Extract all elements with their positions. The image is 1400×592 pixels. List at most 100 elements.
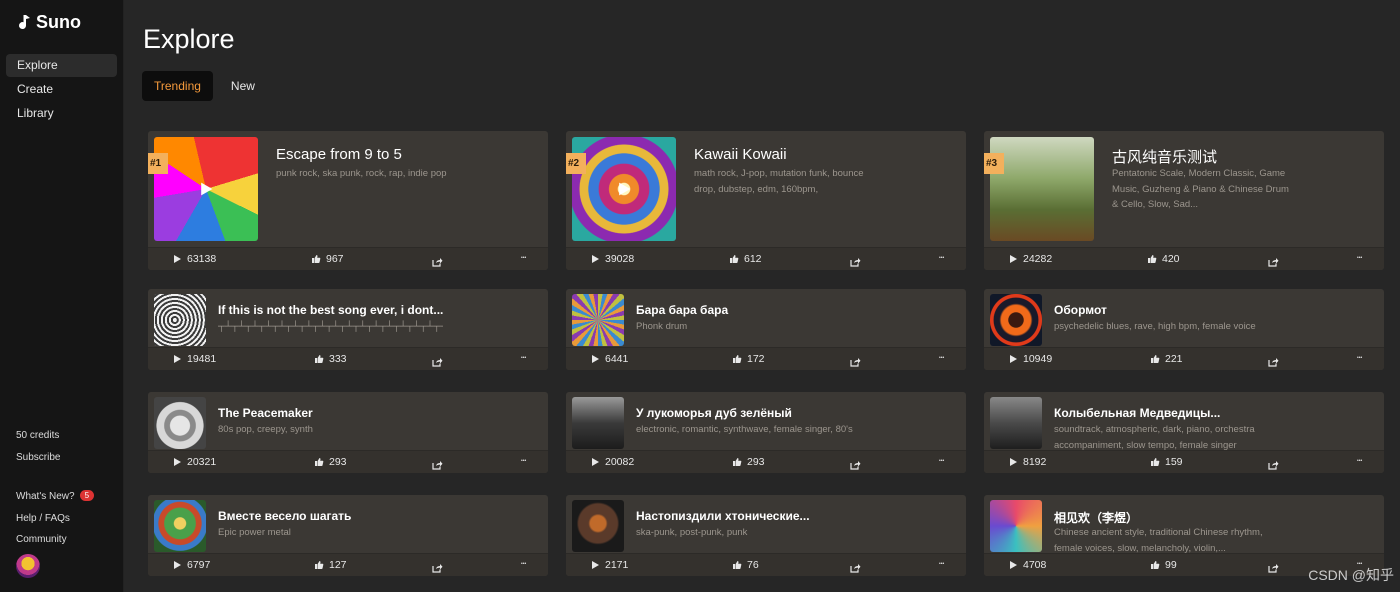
song-title[interactable]: 古风纯音乐测试 [1112, 146, 1217, 167]
share-icon[interactable] [1268, 354, 1279, 367]
like-count[interactable]: 420 [1147, 253, 1180, 265]
play-count[interactable]: 6797 [172, 559, 210, 571]
song-title[interactable]: У лукоморья дуб зелёный [636, 406, 792, 420]
tab-trending[interactable]: Trending [142, 71, 213, 101]
piano-forest-art[interactable] [990, 397, 1042, 449]
subscribe-link[interactable]: Subscribe [16, 452, 60, 463]
song-card[interactable]: У лукоморья дуб зелёный electronic, roman… [566, 392, 966, 473]
like-count[interactable]: 159 [1150, 456, 1183, 468]
song-card[interactable]: If this is not the best song ever, i don… [148, 289, 548, 370]
song-title[interactable]: 相见欢（李煜） [1054, 509, 1138, 526]
help-link[interactable]: Help / FAQs [16, 513, 70, 524]
sidebar-item-library[interactable]: Library [6, 102, 117, 125]
psychedelic-pattern-art[interactable] [572, 294, 624, 346]
like-count[interactable]: 99 [1150, 559, 1177, 571]
share-icon[interactable] [1268, 457, 1279, 470]
more-options-icon[interactable]: ••• [1357, 256, 1362, 261]
play-overlay-icon[interactable] [198, 181, 214, 197]
more-options-icon[interactable]: ••• [1357, 459, 1362, 464]
song-title[interactable]: If this is not the best song ever, i don… [218, 303, 443, 317]
play-count[interactable]: 8192 [1008, 456, 1046, 468]
share-icon[interactable] [432, 354, 443, 367]
avatar[interactable] [16, 554, 40, 578]
like-count-value: 333 [329, 353, 347, 365]
tree-rings-art[interactable] [154, 294, 206, 346]
song-title[interactable]: Escape from 9 to 5 [276, 146, 402, 163]
share-icon[interactable] [850, 560, 861, 573]
like-count[interactable]: 293 [732, 456, 765, 468]
featured-song-card[interactable]: #1 Escape from 9 to 5 punk rock, ska punk,… [148, 131, 548, 270]
colorful-splash-art[interactable] [990, 500, 1042, 552]
play-count[interactable]: 63138 [172, 253, 216, 265]
sidebar-item-explore[interactable]: Explore [6, 54, 117, 77]
tab-new[interactable]: New [219, 71, 267, 101]
song-card[interactable]: Настопиздили хтонические... ska-punk, pos… [566, 495, 966, 576]
play-count[interactable]: 6441 [590, 353, 628, 365]
share-icon[interactable] [1268, 254, 1279, 267]
more-options-icon[interactable]: ••• [521, 256, 526, 261]
more-options-icon[interactable]: ••• [939, 356, 944, 361]
more-options-icon[interactable]: ••• [1357, 356, 1362, 361]
dark-creature-art[interactable] [572, 500, 624, 552]
share-icon[interactable] [850, 457, 861, 470]
play-icon [592, 255, 599, 263]
share-icon[interactable] [850, 354, 861, 367]
fire-portal-art[interactable] [990, 294, 1042, 346]
share-icon[interactable] [432, 254, 443, 267]
play-count[interactable]: 10949 [1008, 353, 1052, 365]
play-overlay-icon[interactable] [616, 181, 632, 197]
more-options-icon[interactable]: ••• [939, 562, 944, 567]
suno-logo[interactable]: Suno [16, 12, 81, 33]
song-card[interactable]: Колыбельная Медведицы... soundtrack, atmo… [984, 392, 1384, 473]
featured-song-card[interactable]: #2 Kawaii Kowaii math rock, J-pop, mutatio… [566, 131, 966, 270]
song-title[interactable]: The Peacemaker [218, 406, 313, 420]
share-icon[interactable] [850, 254, 861, 267]
more-options-icon[interactable]: ••• [521, 356, 526, 361]
card-footer: 63138 967 ••• [148, 247, 548, 270]
tree-cello-art[interactable] [990, 137, 1094, 241]
bird-sketch-art[interactable] [154, 397, 206, 449]
song-card[interactable]: 相见欢（李煜） Chinese ancient style, traditiona… [984, 495, 1384, 576]
like-count[interactable]: 127 [314, 559, 347, 571]
like-count[interactable]: 172 [732, 353, 765, 365]
like-count[interactable]: 76 [732, 559, 759, 571]
like-count[interactable]: 221 [1150, 353, 1183, 365]
play-count[interactable]: 20321 [172, 456, 216, 468]
song-title[interactable]: Kawaii Kowaii [694, 146, 787, 163]
play-count[interactable]: 24282 [1008, 253, 1052, 265]
like-count[interactable]: 333 [314, 353, 347, 365]
play-count[interactable]: 19481 [172, 353, 216, 365]
like-count[interactable]: 967 [311, 253, 344, 265]
like-count[interactable]: 293 [314, 456, 347, 468]
more-options-icon[interactable]: ••• [521, 562, 526, 567]
share-icon[interactable] [1268, 560, 1279, 573]
forest-path-art[interactable] [572, 397, 624, 449]
sidebar-item-create[interactable]: Create [6, 78, 117, 101]
featured-song-card[interactable]: #3 古风纯音乐测试 Pentatonic Scale, Modern Classi… [984, 131, 1384, 270]
share-icon[interactable] [432, 457, 443, 470]
play-count[interactable]: 4708 [1008, 559, 1046, 571]
song-title[interactable]: Вместе весело шагать [218, 509, 351, 523]
community-link[interactable]: Community [16, 534, 67, 545]
song-card[interactable]: Бара бара бара Phonk drum 6441 172 ••• [566, 289, 966, 370]
more-options-icon[interactable]: ••• [939, 256, 944, 261]
play-icon [1010, 561, 1017, 569]
song-title[interactable]: Бара бара бара [636, 303, 728, 317]
song-card[interactable]: Обормот psychedelic blues, rave, high bpm… [984, 289, 1384, 370]
more-options-icon[interactable]: ••• [939, 459, 944, 464]
like-count[interactable]: 612 [729, 253, 762, 265]
play-count[interactable]: 2171 [590, 559, 628, 571]
whats-new-link[interactable]: What's New? 5 [16, 490, 95, 502]
play-count[interactable]: 20082 [590, 456, 634, 468]
share-icon[interactable] [432, 560, 443, 573]
play-count[interactable]: 39028 [590, 253, 634, 265]
like-count-value: 99 [1165, 559, 1177, 571]
song-card[interactable]: The Peacemaker 80s pop, creepy, synth 2032… [148, 392, 548, 473]
song-title[interactable]: Колыбельная Медведицы... [1054, 406, 1220, 420]
rainbow-landscape-art[interactable] [154, 500, 206, 552]
song-title[interactable]: Обормот [1054, 303, 1107, 317]
song-title[interactable]: Настопиздили хтонические... [636, 509, 810, 523]
song-card[interactable]: Вместе весело шагать Epic power metal 6797… [148, 495, 548, 576]
more-options-icon[interactable]: ••• [521, 459, 526, 464]
card-footer: 2171 76 ••• [566, 553, 966, 576]
